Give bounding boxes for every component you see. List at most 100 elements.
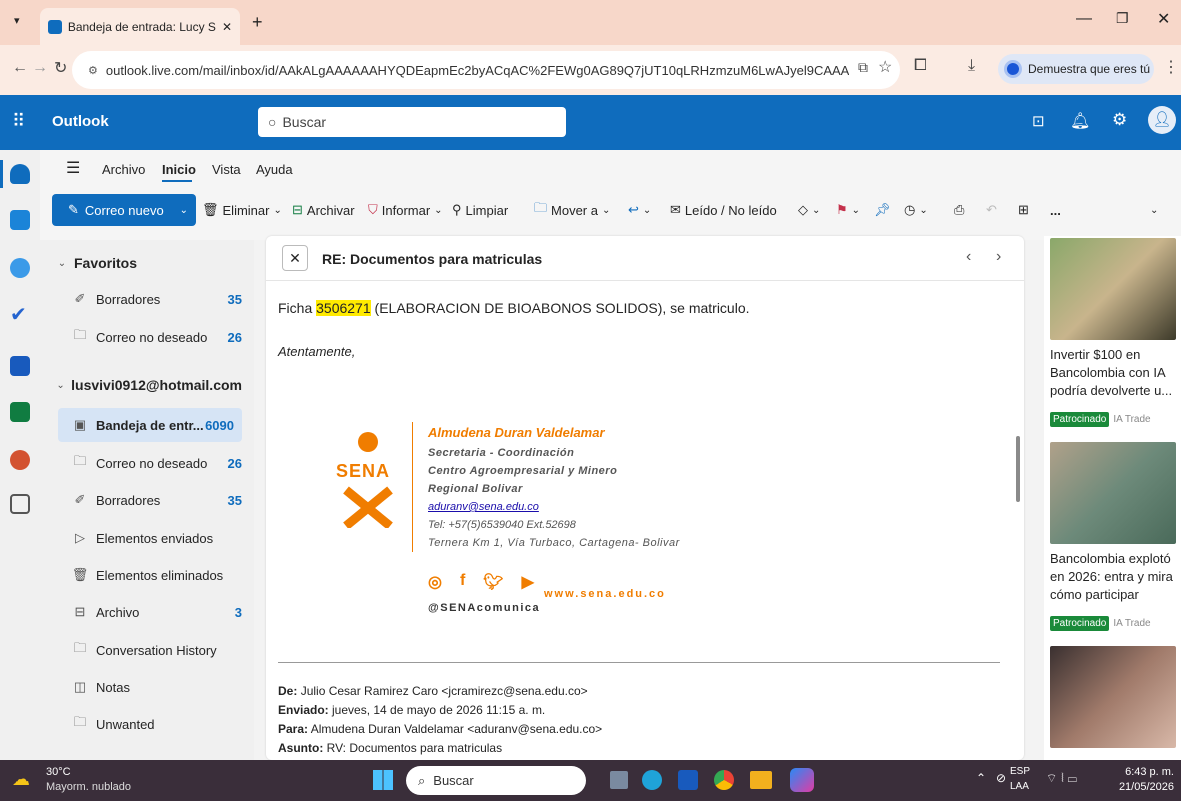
copilot-icon[interactable]: [790, 768, 814, 792]
reload-icon[interactable]: ↻: [54, 58, 67, 78]
install-app-icon[interactable]: ⧉: [858, 59, 868, 76]
close-tab-icon[interactable]: ✕: [222, 20, 232, 34]
ad-image[interactable]: [1050, 646, 1176, 748]
todo-check-icon[interactable]: ✔: [10, 302, 27, 327]
folder-item[interactable]: ▷ Elementos enviados: [70, 521, 242, 555]
profile-chip[interactable]: Demuestra que eres tú: [998, 54, 1154, 84]
folder-item[interactable]: ✐ Borradores 35: [70, 483, 242, 517]
folder-item[interactable]: 🗀︎ Conversation History: [70, 633, 242, 667]
weather-icon[interactable]: ☁: [12, 769, 30, 790]
archive-button[interactable]: ⊟ Archivar: [292, 197, 355, 223]
close-window-icon[interactable]: ✕: [1157, 9, 1170, 29]
search-input[interactable]: ○ Buscar: [258, 107, 566, 137]
bell-icon[interactable]: 🔔︎: [1070, 111, 1090, 131]
nav-toggle-icon[interactable]: ☰: [66, 158, 80, 178]
calendar-icon[interactable]: [10, 210, 30, 230]
reply-button[interactable]: ↩ ⌄: [628, 197, 651, 223]
language-code[interactable]: ESP: [1010, 766, 1030, 777]
more-options-button[interactable]: ...: [1050, 197, 1061, 223]
extensions-icon[interactable]: ⧠: [914, 57, 927, 75]
tag-button[interactable]: ◇ ⌄: [798, 197, 820, 223]
undo-button[interactable]: ↶: [986, 197, 997, 223]
tab-list-icon[interactable]: ▾: [14, 14, 20, 27]
clock-time[interactable]: 6:43 p. m.: [1110, 766, 1174, 778]
ad-text[interactable]: Invertir $100 en Bancolombia con IA podr…: [1050, 346, 1178, 400]
people-icon[interactable]: [10, 258, 30, 278]
file-explorer-icon[interactable]: [750, 771, 772, 789]
word-icon[interactable]: [10, 356, 30, 376]
show-hidden-icons[interactable]: ⌃: [976, 771, 986, 785]
download-icon[interactable]: ⤓: [968, 57, 975, 75]
folder-item[interactable]: 🗀︎ Correo no deseado 26: [70, 320, 242, 354]
scrollbar-thumb[interactable]: [1016, 436, 1020, 502]
more-apps-icon[interactable]: [10, 494, 30, 514]
account-header[interactable]: ⌄ lusvivi0912@hotmail.com: [56, 368, 242, 402]
flag-button[interactable]: ⚑ ⌄: [836, 197, 860, 223]
excel-icon[interactable]: [10, 402, 30, 422]
close-icon[interactable]: ✕: [282, 245, 308, 271]
my-day-icon[interactable]: ⊡: [1032, 112, 1045, 130]
move-to-button[interactable]: 🗀︎ Mover a ⌄: [534, 197, 610, 223]
powerpoint-icon[interactable]: [10, 450, 30, 470]
back-icon[interactable]: ←: [12, 59, 28, 77]
new-mail-button[interactable]: ✎ Correo nuevo ⌄: [52, 194, 196, 226]
scrollbar[interactable]: [1014, 284, 1022, 754]
new-tab-icon[interactable]: +: [252, 12, 263, 33]
ad-text[interactable]: Bancolombia explotó en 2026: entra y mir…: [1050, 550, 1178, 604]
previous-icon[interactable]: ‹: [966, 248, 971, 266]
report-button[interactable]: ⛉ Informar ⌄: [368, 197, 443, 223]
tab-archivo[interactable]: Archivo: [102, 162, 145, 177]
ad-image[interactable]: [1050, 238, 1176, 340]
app-launcher-icon[interactable]: ⠿: [12, 111, 25, 132]
youtube-icon[interactable]: ▶: [522, 572, 534, 592]
folder-item[interactable]: 🗀︎ Unwanted: [70, 707, 242, 741]
location-icon[interactable]: ⊘: [996, 771, 1006, 785]
next-icon[interactable]: ›: [996, 248, 1001, 266]
taskbar-search[interactable]: ⌕ Buscar: [406, 766, 586, 795]
tab-inicio[interactable]: Inicio: [162, 162, 196, 177]
sweep-button[interactable]: ⚲ Limpiar: [452, 197, 508, 223]
signature-email-link[interactable]: aduranv@sena.edu.co: [428, 498, 680, 516]
folder-item[interactable]: ◫ Notas: [70, 670, 242, 704]
weather-temp[interactable]: 30°C: [46, 766, 71, 778]
folder-item[interactable]: ⊟ Archivo 3: [70, 595, 242, 629]
signature-website[interactable]: www.sena.edu.co: [544, 588, 666, 600]
snooze-button[interactable]: ◷ ⌄: [904, 197, 928, 223]
folder-item[interactable]: 🗑︎ Elementos eliminados: [70, 558, 242, 592]
print-button[interactable]: ⎙: [954, 197, 964, 223]
twitter-icon[interactable]: 🐦︎: [483, 572, 503, 592]
restore-icon[interactable]: ❐: [1116, 10, 1129, 27]
pin-button[interactable]: 📌︎: [874, 197, 891, 223]
clock-date[interactable]: 21/05/2026: [1110, 781, 1174, 793]
site-settings-icon[interactable]: ⚙: [88, 64, 98, 77]
tab-vista[interactable]: Vista: [212, 162, 241, 177]
task-view-icon[interactable]: [610, 771, 628, 789]
account-avatar-icon[interactable]: 👤︎: [1148, 106, 1176, 134]
keyboard-layout[interactable]: LAA: [1010, 781, 1029, 792]
ribbon-expand-button[interactable]: ⌄: [1150, 197, 1158, 223]
app-name[interactable]: Outlook: [52, 113, 109, 130]
outlook-taskbar-icon[interactable]: [678, 770, 698, 790]
facebook-icon[interactable]: f: [460, 572, 465, 592]
instagram-icon[interactable]: ◎: [428, 572, 442, 592]
browser-menu-icon[interactable]: ⋮: [1163, 57, 1179, 77]
bookmark-star-icon[interactable]: ☆: [878, 57, 892, 77]
favorites-header[interactable]: ⌄ Favoritos: [56, 246, 242, 280]
folder-item[interactable]: 🗀︎ Correo no deseado 26: [70, 446, 242, 480]
apps-button[interactable]: ⊞: [1018, 197, 1029, 223]
tab-ayuda[interactable]: Ayuda: [256, 162, 293, 177]
windows-start-icon[interactable]: [373, 770, 393, 790]
folder-item-inbox[interactable]: ▣ Bandeja de entr... 6090: [58, 408, 242, 442]
forward-icon[interactable]: →: [32, 59, 48, 77]
chevron-down-icon[interactable]: ⌄: [180, 205, 188, 216]
folder-item[interactable]: ✐ Borradores 35: [70, 282, 242, 316]
edge-icon[interactable]: [642, 770, 662, 790]
chrome-icon[interactable]: [714, 770, 734, 790]
delete-button[interactable]: 🗑︎ Eliminar ⌄: [202, 197, 282, 223]
browser-tab[interactable]: Bandeja de entrada: Lucy Stella ✕: [40, 8, 240, 45]
url-field[interactable]: ⚙ outlook.live.com/mail/inbox/id/AAkALgA…: [72, 51, 900, 89]
gear-icon[interactable]: ⚙: [1112, 110, 1127, 130]
ad-image[interactable]: [1050, 442, 1176, 544]
minimize-icon[interactable]: —: [1076, 10, 1092, 28]
mail-icon[interactable]: [10, 164, 30, 184]
